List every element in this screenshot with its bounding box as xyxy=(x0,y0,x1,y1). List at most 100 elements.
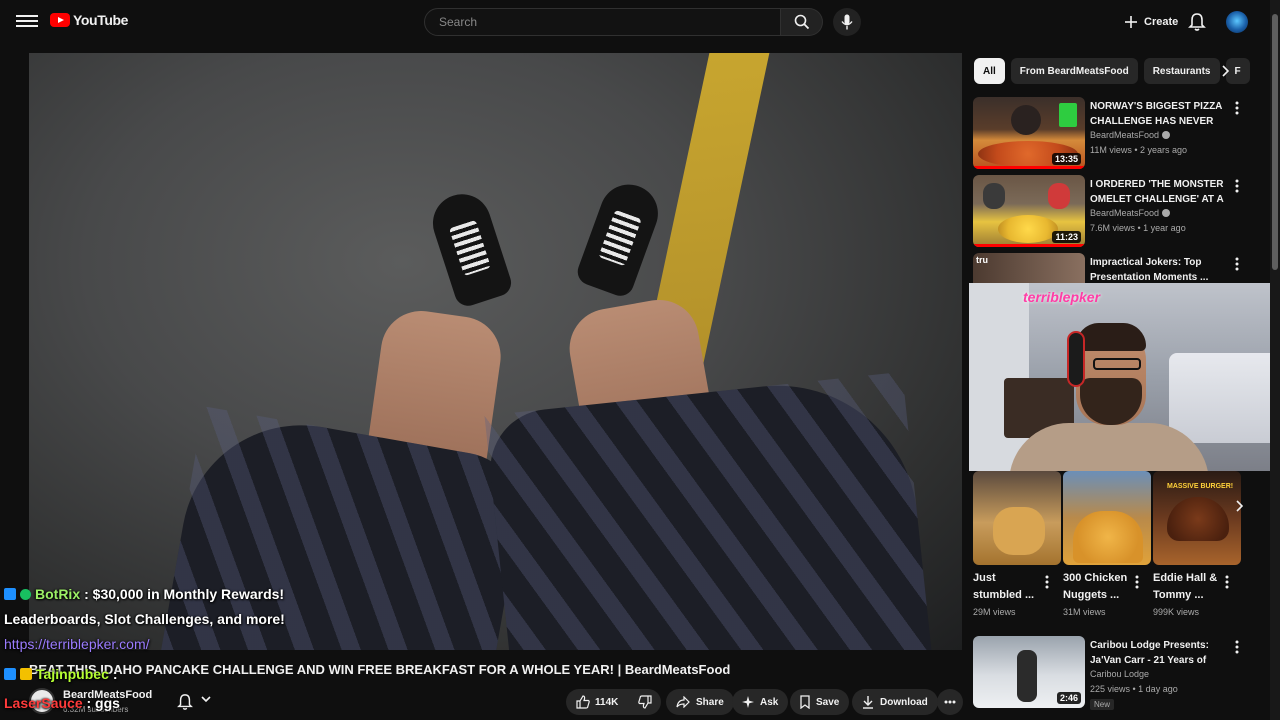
recommendation-item[interactable]: 13:35 NORWAY'S BIGGEST PIZZA CHALLENGE H… xyxy=(973,97,1263,169)
short-item[interactable]: MASSIVE BURGER! Eddie Hall & Tommy ... 9… xyxy=(1153,471,1241,617)
search-icon xyxy=(794,14,809,30)
share-button[interactable]: Share xyxy=(666,689,734,715)
search-input[interactable]: Search xyxy=(424,8,781,36)
badge-icon xyxy=(4,668,16,680)
video-title[interactable]: NORWAY'S BIGGEST PIZZA CHALLENGE HAS NEV… xyxy=(1090,99,1230,129)
chevron-right-icon[interactable] xyxy=(1229,496,1249,516)
like-button[interactable]: 114K xyxy=(576,695,618,709)
top-bar: YouTube Search Create xyxy=(0,0,1280,44)
create-button[interactable]: Create xyxy=(1116,10,1186,34)
channel-name[interactable]: BeardMeatsFood xyxy=(1090,208,1171,218)
video-thumbnail[interactable]: tru xyxy=(973,253,1085,283)
channel-name[interactable]: BeardMeatsFood xyxy=(1090,130,1171,140)
download-button[interactable]: Download xyxy=(852,689,938,715)
chevron-right-icon[interactable] xyxy=(1214,60,1236,82)
chat-message-laser: LaserSauce : ggs xyxy=(4,695,120,711)
more-vertical-icon[interactable] xyxy=(1045,575,1049,589)
thumbs-up-icon xyxy=(576,695,590,709)
short-thumbnail[interactable]: MASSIVE BURGER! xyxy=(1153,471,1241,565)
sparkle-icon xyxy=(742,696,754,708)
youtube-logo[interactable]: YouTube xyxy=(50,12,128,28)
more-vertical-icon[interactable] xyxy=(1232,638,1242,656)
video-player[interactable] xyxy=(29,53,962,650)
page-scrollbar[interactable] xyxy=(1270,0,1280,720)
short-thumbnail[interactable] xyxy=(1063,471,1151,565)
chat-link[interactable]: https://terriblepker.com/ xyxy=(4,636,150,652)
chat-text: : xyxy=(112,666,118,682)
chat-username: BotRix xyxy=(35,586,81,602)
logo-text: YouTube xyxy=(73,12,129,28)
short-title[interactable]: 300 Chicken Nuggets ... xyxy=(1063,570,1133,604)
webcam-hair xyxy=(1076,323,1146,351)
short-title[interactable]: Just stumbled ... xyxy=(973,570,1043,604)
notifications-bell-icon[interactable] xyxy=(1188,12,1206,32)
chat-message-tajin: Tajinpubec : xyxy=(4,666,118,682)
chat-message-line: Leaderboards, Slot Challenges, and more! xyxy=(4,611,285,627)
gift-badge-icon xyxy=(20,668,32,680)
like-count: 114K xyxy=(595,696,619,708)
headset-icon xyxy=(1067,331,1085,387)
short-title[interactable]: Eddie Hall & Tommy ... xyxy=(1153,570,1223,604)
twitch-badge-icon xyxy=(4,588,16,600)
chip-from-channel[interactable]: From BeardMeatsFood xyxy=(1010,58,1138,84)
recommendation-item[interactable]: tru Impractical Jokers: Top Presentation… xyxy=(973,253,1263,283)
ask-button[interactable]: Ask xyxy=(732,689,789,715)
voice-search-button[interactable] xyxy=(833,8,861,36)
youtube-play-icon xyxy=(50,13,70,27)
channel-name[interactable]: Caribou Lodge xyxy=(1090,669,1149,679)
watch-progress-bar xyxy=(973,166,1085,169)
video-title: BEAT THIS IDAHO PANCAKE CHALLENGE AND WI… xyxy=(29,662,731,677)
more-vertical-icon[interactable] xyxy=(1225,575,1229,589)
video-duration: 11:23 xyxy=(1052,231,1081,243)
save-button[interactable]: Save xyxy=(790,689,850,715)
more-vertical-icon[interactable] xyxy=(1232,255,1242,273)
account-avatar[interactable] xyxy=(1226,11,1248,33)
more-vertical-icon[interactable] xyxy=(1232,177,1242,195)
dislike-button[interactable] xyxy=(638,695,652,709)
left-shoe xyxy=(425,186,515,310)
video-thumbnail[interactable]: 11:23 xyxy=(973,175,1085,247)
save-label: Save xyxy=(816,696,840,708)
menu-icon[interactable] xyxy=(16,12,38,32)
short-views: 29M views xyxy=(973,607,1016,617)
verified-icon xyxy=(1162,209,1171,217)
video-thumbnail[interactable]: 2:46 xyxy=(973,636,1085,708)
video-meta: 225 views • 1 day ago xyxy=(1090,684,1178,694)
short-thumbnail[interactable] xyxy=(973,471,1061,565)
recommendation-item[interactable]: 2:46 Caribou Lodge Presents: Ja'Van Carr… xyxy=(973,636,1263,710)
watch-progress-bar xyxy=(973,244,1085,247)
video-title[interactable]: I ORDERED 'THE MONSTER OMELET CHALLENGE'… xyxy=(1090,177,1230,207)
scrollbar-thumb[interactable] xyxy=(1272,14,1278,270)
chat-username: LaserSauce xyxy=(4,695,83,711)
short-item[interactable]: 300 Chicken Nuggets ... 31M views xyxy=(1063,471,1151,617)
video-thumbnail[interactable]: 13:35 xyxy=(973,97,1085,169)
more-vertical-icon[interactable] xyxy=(1135,575,1139,589)
search-placeholder: Search xyxy=(439,15,478,29)
shorts-shelf: Just stumbled ... 29M views 300 Chicken … xyxy=(973,471,1253,621)
download-label: Download xyxy=(880,696,928,708)
download-icon xyxy=(863,696,873,709)
recommendation-item[interactable]: 11:23 I ORDERED 'THE MONSTER OMELET CHAL… xyxy=(973,175,1263,247)
thumbs-down-icon xyxy=(638,695,652,709)
filter-chips: All From BeardMeatsFood Restaurants F xyxy=(974,58,1250,84)
chat-username: Tajinpubec xyxy=(36,666,109,682)
more-actions-button[interactable] xyxy=(937,689,963,715)
chat-text: : $30,000 in Monthly Rewards! xyxy=(84,586,285,602)
webcam-glasses xyxy=(1093,358,1141,370)
more-vertical-icon[interactable] xyxy=(1232,99,1242,117)
verified-check-icon xyxy=(20,588,31,600)
short-thumbnail-text: MASSIVE BURGER! xyxy=(1167,483,1234,490)
webcam-bed xyxy=(1169,353,1280,443)
video-title[interactable]: Impractical Jokers: Top Presentation Mom… xyxy=(1090,255,1230,283)
subscription-bell-icon[interactable] xyxy=(177,693,193,711)
chip-restaurants[interactable]: Restaurants xyxy=(1143,58,1220,84)
plus-icon xyxy=(1125,16,1137,28)
chevron-down-icon[interactable] xyxy=(201,695,211,703)
short-views: 31M views xyxy=(1063,607,1106,617)
video-title[interactable]: Caribou Lodge Presents: Ja'Van Carr - 21… xyxy=(1090,638,1230,668)
short-item[interactable]: Just stumbled ... 29M views xyxy=(973,471,1061,617)
new-badge: New xyxy=(1090,699,1115,710)
video-actions-row: BeardMeatsFood 6.32M subscribers 114K Sh… xyxy=(29,687,969,717)
search-button[interactable] xyxy=(781,8,823,36)
chip-all[interactable]: All xyxy=(974,58,1005,84)
